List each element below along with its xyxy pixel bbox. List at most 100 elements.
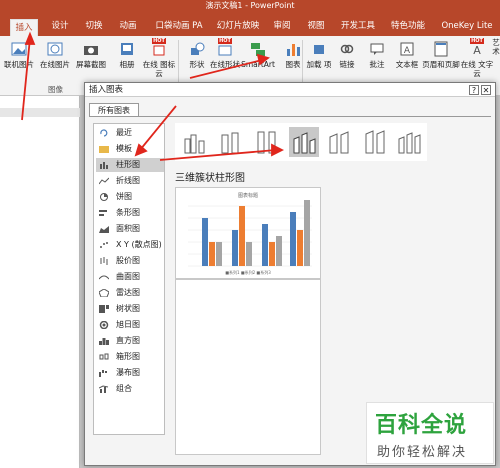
tab-design[interactable]: 设计 — [48, 18, 72, 36]
chart-subtype-row — [175, 123, 427, 161]
online-pictures-button[interactable]: 联机图片 — [2, 38, 36, 82]
tab-review[interactable]: 审阅 — [270, 18, 294, 36]
chart-preview[interactable]: 图表标题 ■系列1 ■系列2 ■系列3 — [175, 187, 321, 279]
waterfall-chart-icon — [99, 370, 107, 377]
line-chart-icon — [99, 177, 109, 185]
comment-icon — [370, 43, 384, 55]
histogram-chart-icon — [99, 338, 109, 345]
category-bar[interactable]: 条形图 — [96, 206, 164, 220]
web-picture-icon — [47, 42, 63, 56]
online-wordcloud-button[interactable]: HOT A 在线 文字云 — [460, 38, 494, 82]
subtype-stacked-column[interactable] — [217, 127, 247, 157]
subtype-3d-clustered-column[interactable] — [289, 127, 319, 157]
header-footer-icon — [434, 41, 448, 57]
textbox-button[interactable]: A 文本框 — [390, 38, 424, 82]
category-waterfall[interactable]: 瀑布图 — [96, 366, 164, 380]
ribbon-tabs: 插入 设计 切换 动画 口袋动画 PA 幻灯片放映 审阅 视图 开发工具 特色功… — [0, 12, 500, 36]
category-surface[interactable]: 曲面图 — [96, 270, 164, 284]
subtype-clustered-column[interactable] — [181, 127, 211, 157]
tab-pocket-animation[interactable]: 口袋动画 PA — [152, 18, 206, 36]
combo-chart-icon — [99, 385, 109, 393]
photo-album-button[interactable]: 相册 — [110, 38, 144, 82]
comment-button[interactable]: 批注 — [360, 38, 394, 82]
tab-onekey-lite[interactable]: OneKey Lite — [438, 18, 496, 36]
preview-chart-graphic — [188, 200, 312, 267]
link-button[interactable]: 链接 — [330, 38, 364, 82]
stacked-column-icon — [221, 132, 239, 154]
close-button[interactable]: ✕ — [481, 85, 491, 95]
treemap-chart-icon — [99, 305, 109, 313]
category-stock[interactable]: 股价图 — [96, 254, 164, 268]
hot-badge: HOT — [470, 38, 484, 44]
smartart-icon — [251, 43, 265, 56]
link-icon — [340, 44, 354, 54]
3d-column-icon — [398, 132, 421, 154]
wordart-button[interactable]: 艺术 — [490, 38, 500, 82]
subtype-title: 三维簇状柱形图 — [175, 173, 245, 184]
watermark-main-text: 百科全说 — [375, 413, 468, 438]
category-recent[interactable]: 最近 — [96, 126, 164, 140]
online-shapes-button[interactable]: HOT 在线形状 — [208, 38, 242, 82]
screenshot-button[interactable]: 屏幕截图 — [74, 38, 108, 82]
tab-slideshow[interactable]: 幻灯片放映 — [216, 18, 260, 36]
category-boxplot[interactable]: 箱形图 — [96, 350, 164, 364]
percent-stacked-column-icon — [257, 131, 276, 154]
picture-icon — [11, 42, 27, 56]
header-footer-button[interactable]: 页眉和页脚 — [420, 38, 462, 82]
shapes-icon — [191, 42, 205, 55]
watermark-sub-text: 助你轻松解决 — [377, 445, 468, 460]
category-radar[interactable]: 雷达图 — [96, 286, 164, 300]
category-sunburst[interactable]: 旭日图 — [96, 318, 164, 332]
svg-text:A: A — [404, 46, 411, 56]
chart-icon — [287, 44, 300, 56]
tab-view[interactable]: 视图 — [304, 18, 328, 36]
hot-badge: HOT — [218, 38, 232, 44]
chart-category-list: 最近 模板 柱形图 折线图 饼图 条形图 面积图 X Y (散点图) 股价图 曲… — [93, 123, 165, 435]
smartart-button[interactable]: SmartArt — [240, 38, 276, 82]
slide-thumbnail[interactable] — [0, 108, 80, 117]
recent-icon — [100, 129, 108, 137]
category-templates[interactable]: 模板 — [96, 142, 164, 156]
help-button[interactable]: ? — [469, 85, 479, 95]
online-icon-cloud-button[interactable]: HOT 在线 图标云 — [142, 38, 176, 82]
3d-stacked-column-icon — [329, 131, 349, 154]
category-column[interactable]: 柱形图 — [96, 158, 164, 172]
category-treemap[interactable]: 树状图 — [96, 302, 164, 316]
sunburst-chart-icon — [99, 321, 109, 329]
category-line[interactable]: 折线图 — [96, 174, 164, 188]
tab-animations[interactable]: 动画 — [116, 18, 140, 36]
category-area[interactable]: 面积图 — [96, 222, 164, 236]
slide-thumbnail-pane[interactable] — [0, 96, 80, 468]
album-icon — [121, 43, 133, 55]
scatter-chart-icon — [100, 242, 108, 248]
tab-insert[interactable]: 插入 — [10, 19, 38, 36]
camera-icon — [84, 46, 98, 55]
watermark-logo: 百科全说 助你轻松解决 — [366, 402, 494, 464]
category-combo[interactable]: 组合 — [96, 382, 164, 396]
subtype-3d-column[interactable] — [395, 127, 425, 157]
pie-chart-icon — [100, 193, 108, 201]
subtype-percent-stacked-column[interactable] — [253, 127, 283, 157]
subtype-3d-stacked-column[interactable] — [325, 127, 355, 157]
chart-preview-secondary — [175, 279, 321, 455]
tab-all-charts[interactable]: 所有图表 — [89, 103, 139, 117]
boxplot-chart-icon — [99, 353, 109, 360]
stock-chart-icon — [100, 257, 108, 265]
column-chart-icon — [100, 162, 108, 169]
tab-features[interactable]: 特色功能 — [388, 18, 428, 36]
tab-divider — [89, 116, 491, 117]
dialog-title: 插入图表 — [89, 85, 124, 95]
ribbon-group-label: 图像 — [48, 85, 63, 94]
window-title: 演示文稿1 - PowerPoint — [205, 1, 295, 10]
subtype-3d-percent-stacked-column[interactable] — [361, 127, 391, 157]
bar-chart-icon — [99, 210, 107, 216]
folder-icon — [99, 146, 109, 153]
hot-badge: HOT — [152, 38, 166, 44]
category-scatter[interactable]: X Y (散点图) — [96, 238, 164, 252]
web-pictures-button[interactable]: 在线图片 — [38, 38, 72, 82]
tab-developer[interactable]: 开发工具 — [338, 18, 378, 36]
tab-transitions[interactable]: 切换 — [82, 18, 106, 36]
category-histogram[interactable]: 直方图 — [96, 334, 164, 348]
3d-clustered-column-icon — [293, 132, 316, 154]
category-pie[interactable]: 饼图 — [96, 190, 164, 204]
